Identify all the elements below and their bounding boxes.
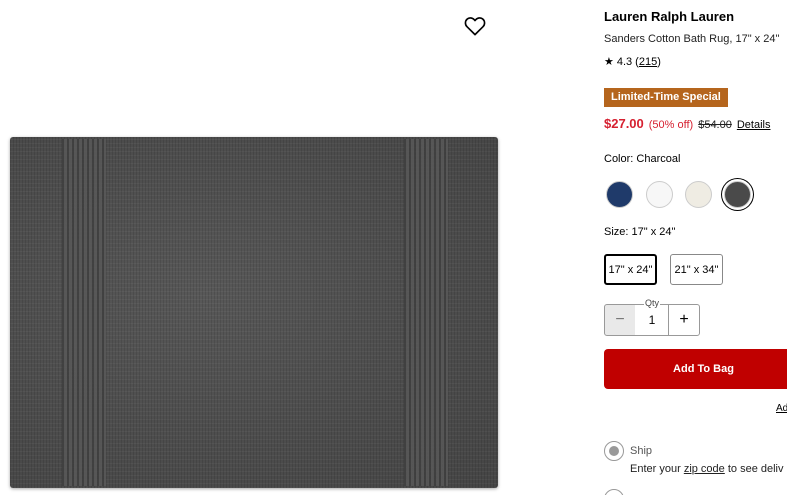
- product-details-panel: Lauren Ralph Lauren Sanders Cotton Bath …: [604, 0, 787, 495]
- ship-option-label: Ship: [630, 445, 653, 457]
- add-to-list-link[interactable]: Ad: [776, 403, 787, 414]
- product-image-area: [0, 0, 520, 495]
- rating-row: ★ 4.3 (215): [604, 55, 661, 69]
- shipping-info-suffix: to see deliv: [724, 463, 784, 475]
- discount-percent: (50% off): [648, 119, 694, 131]
- promo-badge: Limited-Time Special: [604, 88, 728, 107]
- pickup-radio[interactable]: [604, 489, 624, 495]
- size-option-21x34[interactable]: 21" x 34": [670, 254, 723, 285]
- swatch-charcoal[interactable]: [724, 181, 751, 208]
- quantity-input[interactable]: 1: [635, 304, 669, 336]
- swatch-white[interactable]: [646, 181, 673, 208]
- size-option-17x24[interactable]: 17" x 24": [604, 254, 657, 285]
- rug-stripe-right: [404, 139, 448, 486]
- product-image[interactable]: [10, 137, 498, 488]
- sale-price: $27.00: [604, 116, 644, 131]
- swatch-ivory[interactable]: [685, 181, 712, 208]
- star-icon: ★: [604, 56, 614, 68]
- original-price: $54.00: [698, 119, 732, 131]
- quantity-decrement-button[interactable]: −: [604, 304, 636, 336]
- add-to-bag-button[interactable]: Add To Bag: [604, 349, 787, 389]
- swatch-navy[interactable]: [606, 181, 633, 208]
- size-label: Size: 17" x 24": [604, 226, 676, 238]
- heart-icon[interactable]: [464, 16, 486, 36]
- brand-name[interactable]: Lauren Ralph Lauren: [604, 9, 734, 24]
- review-count[interactable]: 215: [639, 56, 657, 68]
- quantity-increment-button[interactable]: +: [668, 304, 700, 336]
- details-link[interactable]: Details: [737, 119, 771, 131]
- shipping-info-prefix: Enter your: [630, 463, 684, 475]
- review-count-link[interactable]: (215): [635, 56, 661, 68]
- quantity-label: Qty: [644, 298, 661, 308]
- rating-value: 4.3: [616, 55, 633, 68]
- rug-stripe-left: [62, 139, 106, 486]
- color-label: Color: Charcoal: [604, 153, 681, 165]
- ship-radio[interactable]: [604, 441, 624, 461]
- zip-code-link[interactable]: zip code: [684, 463, 725, 475]
- price-row: $27.00 (50% off) $54.00 Details: [604, 116, 770, 131]
- product-title: Sanders Cotton Bath Rug, 17" x 24": [604, 33, 780, 45]
- shipping-info: Enter your zip code to see deliv: [630, 463, 784, 475]
